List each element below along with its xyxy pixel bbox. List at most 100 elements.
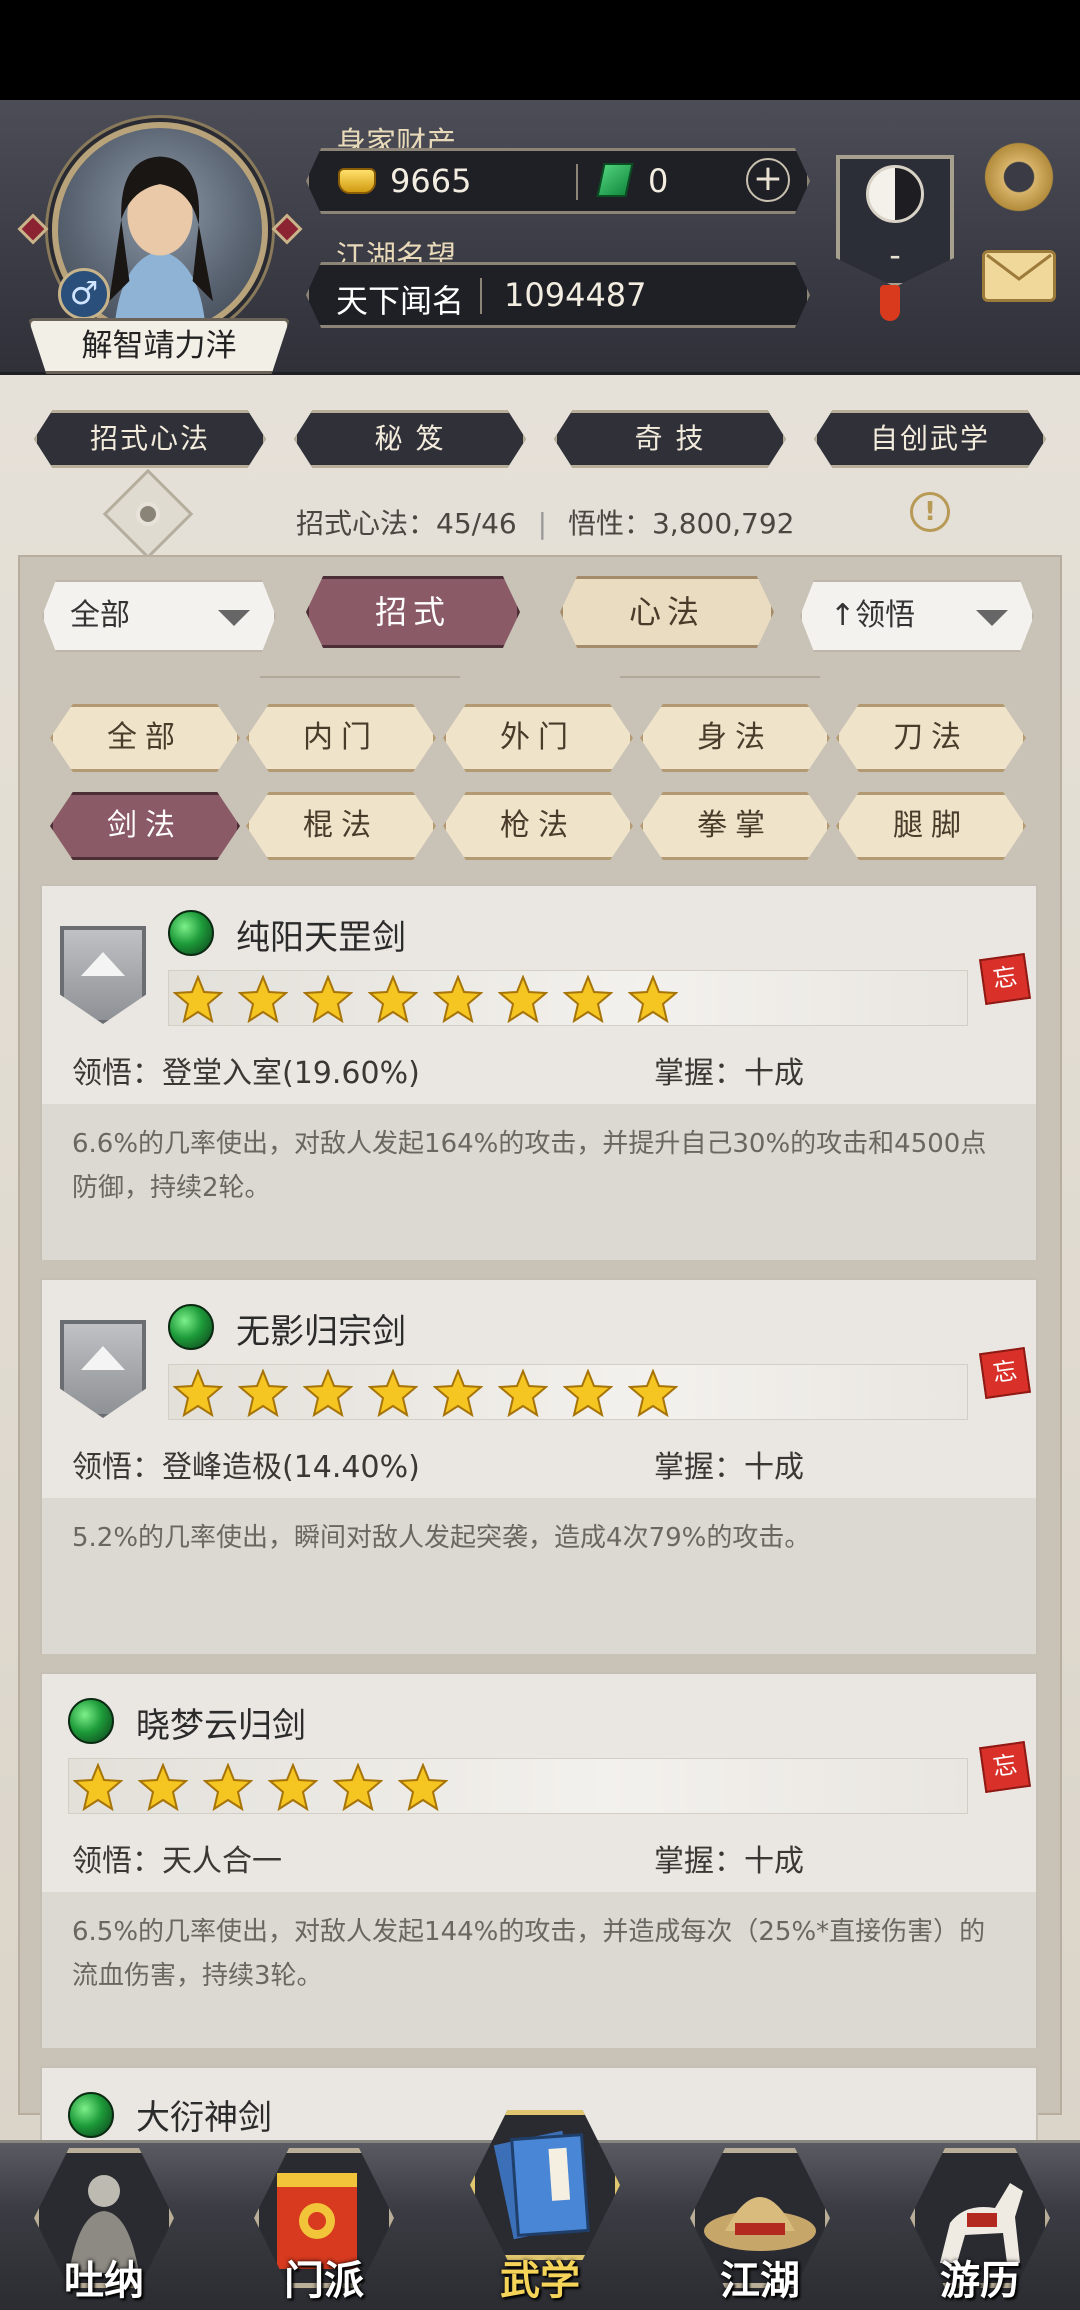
jade-orb-icon xyxy=(168,1304,214,1350)
skill-name: 无影归宗剑 xyxy=(236,1312,406,1352)
nav-jianghu-label[interactable]: 江湖 xyxy=(680,2248,840,2306)
star-icon xyxy=(173,1369,223,1417)
tab-special-skills[interactable]: 奇 技 xyxy=(554,410,786,468)
forget-tag-button[interactable]: 忘 xyxy=(979,1347,1031,1399)
insight-row-label: 领悟： xyxy=(72,1844,162,1879)
upgrade-shield-icon[interactable] xyxy=(60,1320,146,1418)
star-icon xyxy=(303,1369,353,1417)
tab-methods[interactable]: 心法 xyxy=(560,576,774,648)
star-icon xyxy=(433,975,483,1023)
skill-description: 6.5%的几率使出，对敌人发起144%的攻击，并造成每次（25%*直接伤害）的流… xyxy=(42,1892,1036,2048)
skill-card[interactable]: 晓梦云归剑 忘 领悟：天人合一 掌握：十成 6.5%的几率使出，对敌人发起144… xyxy=(40,1672,1038,2048)
scope-select[interactable]: 全部 xyxy=(42,580,276,652)
jade-orb-icon xyxy=(68,1698,114,1744)
mastery-row-value: 十成 xyxy=(744,1056,804,1091)
tab-custom-martial-arts[interactable]: 自创武学 xyxy=(814,410,1046,468)
tab-secret-manuals[interactable]: 秘 笈 xyxy=(294,410,526,468)
star-icon xyxy=(498,1369,548,1417)
status-bar xyxy=(0,0,1080,100)
taiji-icon xyxy=(866,165,924,223)
filter-outer[interactable]: 外门 xyxy=(443,704,633,772)
star-icon xyxy=(268,1763,318,1811)
mastery-row: 掌握：十成 xyxy=(654,1048,804,1092)
star-icon xyxy=(333,1763,383,1811)
fame-value: 1094487 xyxy=(504,276,647,314)
envelope-flap-icon xyxy=(986,253,1052,281)
filter-inner[interactable]: 内门 xyxy=(246,704,436,772)
filter-movement[interactable]: 身法 xyxy=(640,704,830,772)
forget-tag-button[interactable]: 忘 xyxy=(979,1741,1031,1793)
taiji-value: - xyxy=(889,236,901,274)
star-icon xyxy=(173,975,223,1023)
forget-tag-button[interactable]: 忘 xyxy=(979,953,1031,1005)
star-icon xyxy=(498,975,548,1023)
skill-card[interactable]: 无影归宗剑 忘 领悟：登峰造极(14.40%) 掌握：十成 5.2%的几率使出，… xyxy=(40,1278,1038,1654)
star-icon xyxy=(138,1763,188,1811)
jade-amount: 0 xyxy=(648,162,669,200)
tab-moves-methods[interactable]: 招式心法 xyxy=(34,410,266,468)
sort-select[interactable]: ↑领悟 xyxy=(800,580,1034,652)
add-currency-button[interactable]: + xyxy=(746,158,790,202)
chevron-down-icon xyxy=(976,610,1008,626)
insight-value: 3,800,792 xyxy=(651,507,795,540)
mastery-row-label: 掌握： xyxy=(654,1844,744,1879)
skill-name: 大衍神剑 xyxy=(136,2098,272,2138)
divider-ornament-right xyxy=(620,676,820,678)
star-icon xyxy=(628,975,678,1023)
chevron-down-icon xyxy=(218,610,250,626)
star-rating xyxy=(168,970,968,1026)
filter-fist-palm[interactable]: 拳掌 xyxy=(640,792,830,860)
filter-all[interactable]: 全部 xyxy=(50,704,240,772)
star-rating xyxy=(168,1364,968,1420)
fame-divider xyxy=(480,278,482,314)
skill-name: 纯阳天罡剑 xyxy=(236,918,406,958)
wealth-bar xyxy=(306,148,810,214)
star-icon xyxy=(563,975,613,1023)
filter-spear[interactable]: 枪法 xyxy=(443,792,633,860)
jade-orb-icon xyxy=(168,910,214,956)
filter-staff[interactable]: 棍法 xyxy=(246,792,436,860)
filter-blade[interactable]: 刀法 xyxy=(836,704,1026,772)
settings-gear-icon[interactable] xyxy=(982,140,1056,214)
insight-row: 领悟：天人合一 xyxy=(72,1836,282,1880)
filter-sword[interactable]: 剑法 xyxy=(50,792,240,860)
nav-meditate-label[interactable]: 吐纳 xyxy=(24,2248,184,2306)
martial-arts-book-icon xyxy=(493,2130,590,2240)
divider-ornament-left xyxy=(260,676,460,678)
mastery-row: 掌握：十成 xyxy=(654,1836,804,1880)
insight-row: 领悟：登堂入室(19.60%) xyxy=(72,1048,420,1092)
stats-line: 招式心法：45/46 | 悟性：3,800,792 xyxy=(296,502,795,542)
wealth-divider xyxy=(576,164,578,200)
up-arrow-icon xyxy=(81,1346,125,1370)
gold-amount: 9665 xyxy=(390,162,472,200)
insight-row-value: 天人合一 xyxy=(162,1844,282,1879)
skill-description: 5.2%的几率使出，瞬间对敌人发起突袭，造成4次79%的攻击。 xyxy=(42,1498,1036,1654)
skills-count-label: 招式心法： xyxy=(296,507,437,540)
star-icon xyxy=(368,1369,418,1417)
skill-card[interactable]: 纯阳天罡剑 忘 领悟：登堂入室(19.60%) 掌握：十成 6.6%的几率使出，… xyxy=(40,884,1038,1260)
skills-count-value: 45/46 xyxy=(436,507,517,540)
mastery-row-label: 掌握： xyxy=(654,1056,744,1091)
skill-name: 晓梦云归剑 xyxy=(136,1706,306,1746)
star-icon xyxy=(398,1763,448,1811)
star-icon xyxy=(238,975,288,1023)
eye-pupil-icon xyxy=(136,502,160,526)
player-name[interactable]: 解智靖力洋 xyxy=(28,318,290,374)
sort-select-value: 领悟 xyxy=(855,598,916,633)
info-alert-icon[interactable]: ! xyxy=(910,492,950,532)
star-icon xyxy=(303,975,353,1023)
filter-leg[interactable]: 腿脚 xyxy=(836,792,1026,860)
tab-moves[interactable]: 招式 xyxy=(306,576,520,648)
stats-divider: | xyxy=(537,507,548,540)
mail-envelope-icon[interactable] xyxy=(982,250,1056,302)
nav-sect-label[interactable]: 门派 xyxy=(244,2248,404,2306)
upgrade-shield-icon[interactable] xyxy=(60,926,146,1024)
nav-travel-label[interactable]: 游历 xyxy=(900,2248,1060,2306)
insight-row: 领悟：登峰造极(14.40%) xyxy=(72,1442,420,1486)
fame-title: 天下闻名 xyxy=(336,282,465,320)
star-icon xyxy=(563,1369,613,1417)
nav-martial-arts-label[interactable]: 武学 xyxy=(460,2248,620,2306)
star-icon xyxy=(73,1763,123,1811)
sort-arrow-icon: ↑ xyxy=(830,598,856,633)
insight-row-label: 领悟： xyxy=(72,1450,162,1485)
